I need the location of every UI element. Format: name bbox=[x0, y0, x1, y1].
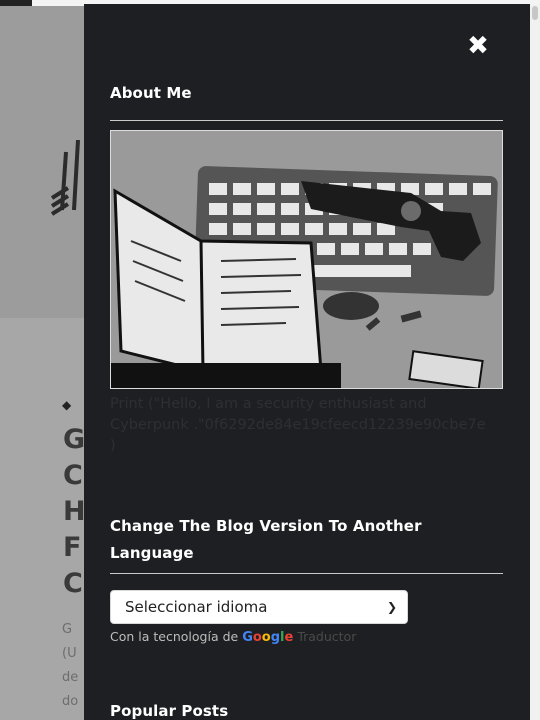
page-scrollbar[interactable] bbox=[530, 4, 540, 720]
scrollbar-thumb[interactable] bbox=[532, 6, 538, 20]
google-logo[interactable]: Google bbox=[242, 630, 293, 645]
powered-by-label: Con la tecnología de bbox=[110, 629, 239, 644]
language-select-value: Seleccionar idioma bbox=[125, 598, 268, 616]
translate-heading: Change The Blog Version To Another Langu… bbox=[110, 517, 422, 562]
divider bbox=[110, 573, 503, 574]
google-translate-credit: Con la tecnología de Google Traductor bbox=[110, 629, 356, 645]
about-me-image bbox=[110, 130, 503, 390]
translator-link[interactable]: Traductor bbox=[297, 629, 356, 644]
divider bbox=[110, 120, 503, 121]
about-me-heading: About Me bbox=[110, 84, 192, 102]
sketch-illustration bbox=[111, 131, 502, 390]
about-me-bio: Print ("Hello, I am a security enthusias… bbox=[110, 396, 486, 454]
chevron-down-icon: ❯ bbox=[386, 600, 397, 614]
blog-logo-icon bbox=[50, 140, 80, 216]
side-panel: ✖ About Me Print ("Hello, I am a securit… bbox=[84, 4, 530, 720]
tag-icon: ◆ bbox=[62, 398, 72, 412]
popular-posts-heading: Popular Posts bbox=[110, 702, 229, 720]
language-select[interactable]: Seleccionar idioma ❯ bbox=[110, 590, 408, 624]
close-icon[interactable]: ✖ bbox=[464, 32, 492, 60]
